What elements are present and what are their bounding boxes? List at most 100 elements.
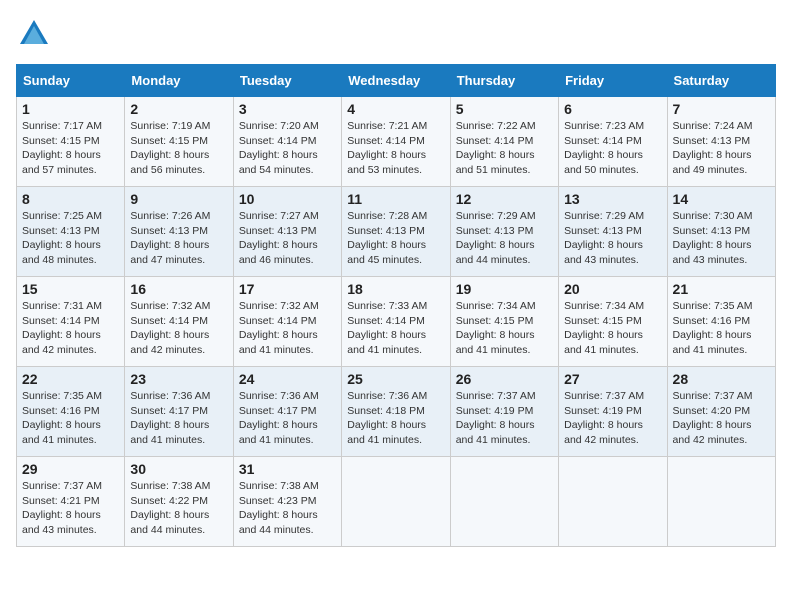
calendar-cell: 21 Sunrise: 7:35 AM Sunset: 4:16 PM Dayl… [667,277,775,367]
calendar-week-row: 22 Sunrise: 7:35 AM Sunset: 4:16 PM Dayl… [17,367,776,457]
day-info: Sunrise: 7:29 AM Sunset: 4:13 PM Dayligh… [564,209,661,268]
calendar-cell: 30 Sunrise: 7:38 AM Sunset: 4:22 PM Dayl… [125,457,233,547]
day-info: Sunrise: 7:38 AM Sunset: 4:23 PM Dayligh… [239,479,336,538]
day-of-week-header: Tuesday [233,65,341,97]
day-of-week-header: Thursday [450,65,558,97]
day-number: 15 [22,281,119,297]
day-number: 10 [239,191,336,207]
calendar-week-row: 1 Sunrise: 7:17 AM Sunset: 4:15 PM Dayli… [17,97,776,187]
calendar-cell: 10 Sunrise: 7:27 AM Sunset: 4:13 PM Dayl… [233,187,341,277]
day-number: 6 [564,101,661,117]
calendar-cell: 23 Sunrise: 7:36 AM Sunset: 4:17 PM Dayl… [125,367,233,457]
day-info: Sunrise: 7:25 AM Sunset: 4:13 PM Dayligh… [22,209,119,268]
day-info: Sunrise: 7:38 AM Sunset: 4:22 PM Dayligh… [130,479,227,538]
calendar-cell [559,457,667,547]
day-info: Sunrise: 7:17 AM Sunset: 4:15 PM Dayligh… [22,119,119,178]
day-info: Sunrise: 7:20 AM Sunset: 4:14 PM Dayligh… [239,119,336,178]
day-number: 22 [22,371,119,387]
day-info: Sunrise: 7:36 AM Sunset: 4:17 PM Dayligh… [239,389,336,448]
day-number: 11 [347,191,444,207]
day-info: Sunrise: 7:26 AM Sunset: 4:13 PM Dayligh… [130,209,227,268]
day-number: 9 [130,191,227,207]
day-number: 24 [239,371,336,387]
day-info: Sunrise: 7:31 AM Sunset: 4:14 PM Dayligh… [22,299,119,358]
calendar-week-row: 29 Sunrise: 7:37 AM Sunset: 4:21 PM Dayl… [17,457,776,547]
page-header [16,16,776,52]
day-number: 27 [564,371,661,387]
calendar-week-row: 15 Sunrise: 7:31 AM Sunset: 4:14 PM Dayl… [17,277,776,367]
calendar-cell: 15 Sunrise: 7:31 AM Sunset: 4:14 PM Dayl… [17,277,125,367]
day-info: Sunrise: 7:23 AM Sunset: 4:14 PM Dayligh… [564,119,661,178]
day-number: 19 [456,281,553,297]
day-number: 8 [22,191,119,207]
calendar-week-row: 8 Sunrise: 7:25 AM Sunset: 4:13 PM Dayli… [17,187,776,277]
day-info: Sunrise: 7:35 AM Sunset: 4:16 PM Dayligh… [673,299,770,358]
day-info: Sunrise: 7:19 AM Sunset: 4:15 PM Dayligh… [130,119,227,178]
day-info: Sunrise: 7:34 AM Sunset: 4:15 PM Dayligh… [456,299,553,358]
calendar-cell: 19 Sunrise: 7:34 AM Sunset: 4:15 PM Dayl… [450,277,558,367]
day-number: 29 [22,461,119,477]
day-number: 1 [22,101,119,117]
calendar-cell: 11 Sunrise: 7:28 AM Sunset: 4:13 PM Dayl… [342,187,450,277]
day-info: Sunrise: 7:34 AM Sunset: 4:15 PM Dayligh… [564,299,661,358]
calendar-cell: 24 Sunrise: 7:36 AM Sunset: 4:17 PM Dayl… [233,367,341,457]
day-number: 4 [347,101,444,117]
day-number: 2 [130,101,227,117]
calendar-cell: 26 Sunrise: 7:37 AM Sunset: 4:19 PM Dayl… [450,367,558,457]
calendar-cell: 16 Sunrise: 7:32 AM Sunset: 4:14 PM Dayl… [125,277,233,367]
day-info: Sunrise: 7:33 AM Sunset: 4:14 PM Dayligh… [347,299,444,358]
day-number: 23 [130,371,227,387]
day-number: 3 [239,101,336,117]
day-info: Sunrise: 7:27 AM Sunset: 4:13 PM Dayligh… [239,209,336,268]
calendar-cell [667,457,775,547]
day-info: Sunrise: 7:36 AM Sunset: 4:17 PM Dayligh… [130,389,227,448]
calendar-cell: 13 Sunrise: 7:29 AM Sunset: 4:13 PM Dayl… [559,187,667,277]
day-number: 21 [673,281,770,297]
day-info: Sunrise: 7:22 AM Sunset: 4:14 PM Dayligh… [456,119,553,178]
day-number: 5 [456,101,553,117]
day-info: Sunrise: 7:36 AM Sunset: 4:18 PM Dayligh… [347,389,444,448]
day-number: 28 [673,371,770,387]
calendar-cell: 5 Sunrise: 7:22 AM Sunset: 4:14 PM Dayli… [450,97,558,187]
day-info: Sunrise: 7:32 AM Sunset: 4:14 PM Dayligh… [239,299,336,358]
calendar-cell: 8 Sunrise: 7:25 AM Sunset: 4:13 PM Dayli… [17,187,125,277]
day-number: 7 [673,101,770,117]
calendar-cell: 27 Sunrise: 7:37 AM Sunset: 4:19 PM Dayl… [559,367,667,457]
calendar-cell: 12 Sunrise: 7:29 AM Sunset: 4:13 PM Dayl… [450,187,558,277]
calendar-cell: 17 Sunrise: 7:32 AM Sunset: 4:14 PM Dayl… [233,277,341,367]
calendar-cell: 4 Sunrise: 7:21 AM Sunset: 4:14 PM Dayli… [342,97,450,187]
calendar-header-row: SundayMondayTuesdayWednesdayThursdayFrid… [17,65,776,97]
day-info: Sunrise: 7:29 AM Sunset: 4:13 PM Dayligh… [456,209,553,268]
day-info: Sunrise: 7:32 AM Sunset: 4:14 PM Dayligh… [130,299,227,358]
day-info: Sunrise: 7:21 AM Sunset: 4:14 PM Dayligh… [347,119,444,178]
day-number: 31 [239,461,336,477]
day-number: 26 [456,371,553,387]
calendar-cell: 31 Sunrise: 7:38 AM Sunset: 4:23 PM Dayl… [233,457,341,547]
day-info: Sunrise: 7:35 AM Sunset: 4:16 PM Dayligh… [22,389,119,448]
calendar-cell [342,457,450,547]
day-number: 13 [564,191,661,207]
day-number: 14 [673,191,770,207]
logo-icon [16,16,52,52]
calendar-cell: 9 Sunrise: 7:26 AM Sunset: 4:13 PM Dayli… [125,187,233,277]
calendar-cell: 25 Sunrise: 7:36 AM Sunset: 4:18 PM Dayl… [342,367,450,457]
day-info: Sunrise: 7:30 AM Sunset: 4:13 PM Dayligh… [673,209,770,268]
day-info: Sunrise: 7:37 AM Sunset: 4:19 PM Dayligh… [564,389,661,448]
calendar-cell: 2 Sunrise: 7:19 AM Sunset: 4:15 PM Dayli… [125,97,233,187]
day-of-week-header: Monday [125,65,233,97]
day-info: Sunrise: 7:24 AM Sunset: 4:13 PM Dayligh… [673,119,770,178]
day-number: 20 [564,281,661,297]
calendar-cell: 6 Sunrise: 7:23 AM Sunset: 4:14 PM Dayli… [559,97,667,187]
day-of-week-header: Wednesday [342,65,450,97]
logo [16,16,56,52]
day-number: 17 [239,281,336,297]
day-info: Sunrise: 7:28 AM Sunset: 4:13 PM Dayligh… [347,209,444,268]
calendar-cell: 20 Sunrise: 7:34 AM Sunset: 4:15 PM Dayl… [559,277,667,367]
calendar-cell: 22 Sunrise: 7:35 AM Sunset: 4:16 PM Dayl… [17,367,125,457]
calendar-cell: 7 Sunrise: 7:24 AM Sunset: 4:13 PM Dayli… [667,97,775,187]
day-number: 30 [130,461,227,477]
day-info: Sunrise: 7:37 AM Sunset: 4:19 PM Dayligh… [456,389,553,448]
calendar-cell: 29 Sunrise: 7:37 AM Sunset: 4:21 PM Dayl… [17,457,125,547]
calendar-cell: 28 Sunrise: 7:37 AM Sunset: 4:20 PM Dayl… [667,367,775,457]
day-info: Sunrise: 7:37 AM Sunset: 4:21 PM Dayligh… [22,479,119,538]
